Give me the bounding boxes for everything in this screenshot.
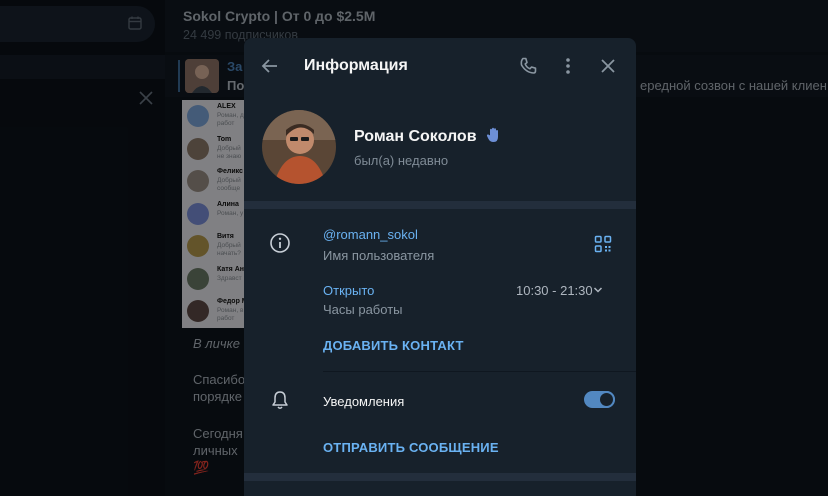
profile-name: Роман Соколов [354,128,477,145]
avatar[interactable] [262,110,336,184]
profile-status: был(а) недавно [354,153,449,168]
send-message-button[interactable]: ОТПРАВИТЬ СООБЩЕНИЕ [323,440,499,455]
modal-title: Информация [304,57,408,74]
notifications-toggle-knob[interactable] [598,391,615,408]
user-info-modal: Информация Роман Соколов был(а) недавно … [244,38,636,496]
section-separator [244,201,636,209]
username-value[interactable]: @romann_sokol [323,227,418,242]
business-hours-label: Часы работы [323,302,403,317]
phone-icon[interactable] [518,56,538,76]
notifications-label: Уведомления [323,394,405,409]
bell-icon [272,391,288,409]
username-label: Имя пользователя [323,248,435,263]
chevron-down-icon[interactable] [592,284,604,296]
business-hours-status[interactable]: Открыто [323,283,374,298]
add-contact-button[interactable]: ДОБАВИТЬ КОНТАКТ [323,338,464,353]
back-arrow-icon[interactable] [260,56,280,76]
close-icon[interactable] [598,56,618,76]
business-hours-range[interactable]: 10:30 - 21:30 [516,283,593,298]
info-icon [270,233,290,253]
section-separator [244,473,636,481]
more-vertical-icon[interactable] [558,56,578,76]
qr-code-icon[interactable] [594,235,612,253]
wave-hand-icon [486,127,498,142]
section-divider [323,371,636,372]
